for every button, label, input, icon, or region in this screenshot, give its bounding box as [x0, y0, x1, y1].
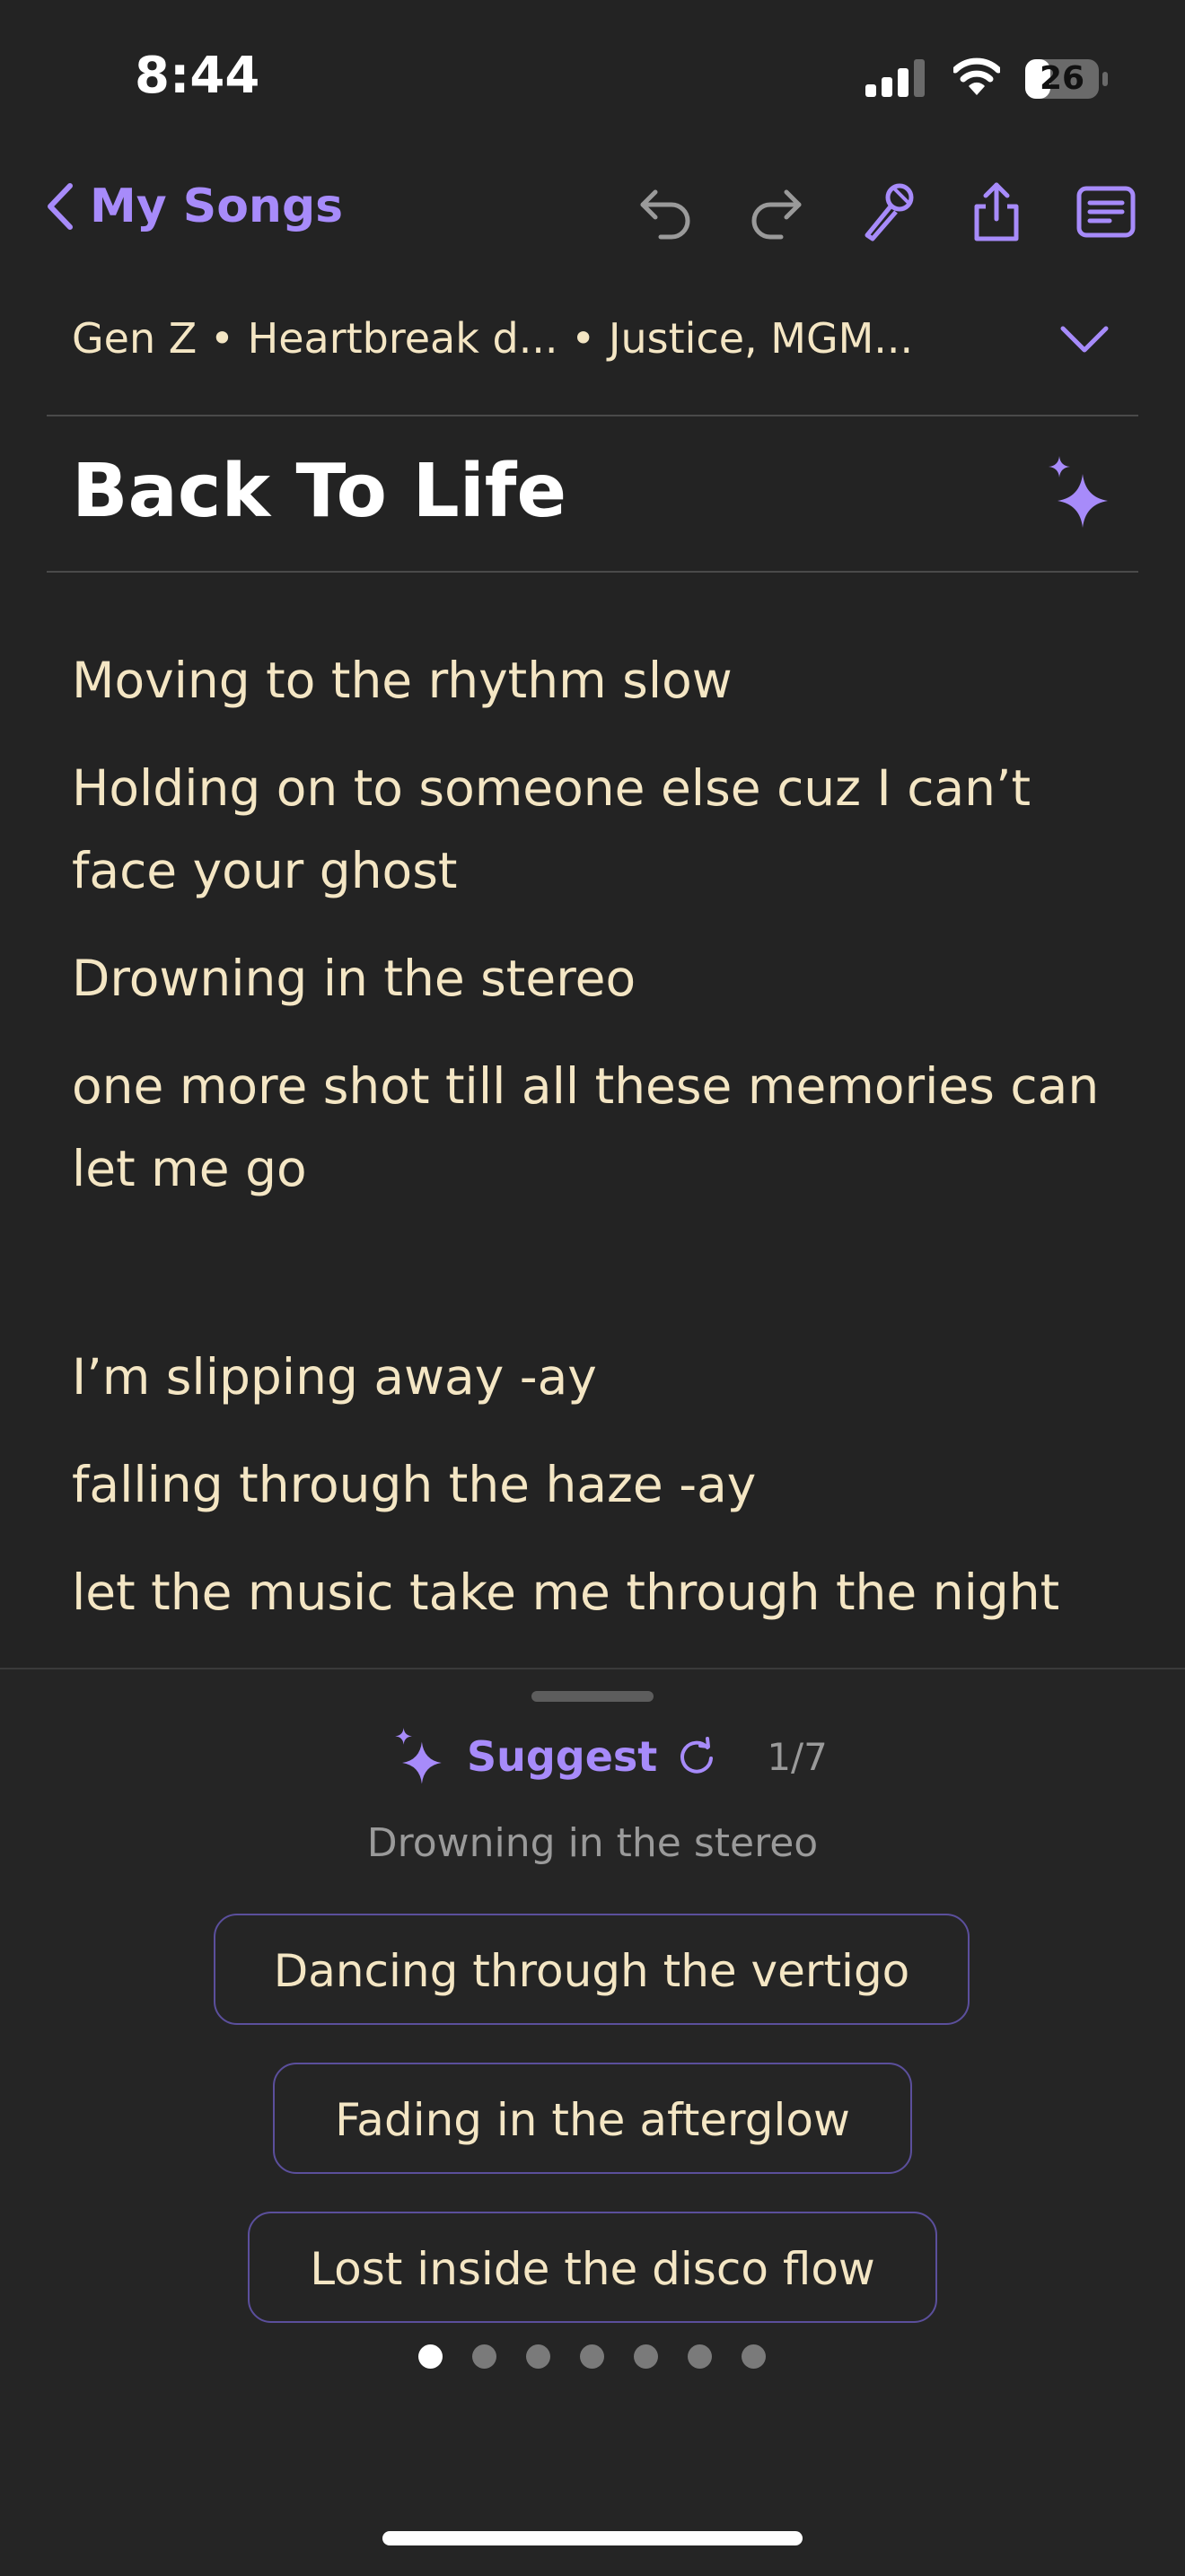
- sheet-grabber[interactable]: [531, 1691, 654, 1702]
- chevron-down-icon[interactable]: [1059, 325, 1110, 354]
- page-dot[interactable]: [688, 2344, 712, 2369]
- cellular-signal-icon: [865, 59, 925, 97]
- suggestion-option[interactable]: Fading in the afterglow: [273, 2063, 912, 2174]
- page-dot[interactable]: [472, 2344, 496, 2369]
- lyric-line[interactable]: Holding on to someone else cuz I can’t f…: [72, 747, 1131, 912]
- status-time: 8:44: [135, 47, 260, 105]
- lyric-line[interactable]: let the music take me through the night: [72, 1551, 1131, 1634]
- suggest-header: Suggest 1/7: [393, 1725, 828, 1788]
- home-indicator[interactable]: [382, 2531, 803, 2545]
- song-title[interactable]: Back To Life: [72, 449, 566, 534]
- page-dot[interactable]: [526, 2344, 550, 2369]
- refresh-icon[interactable]: [677, 1737, 716, 1776]
- microphone-icon[interactable]: [855, 180, 919, 244]
- sparkle-icon: [395, 1728, 442, 1784]
- suggest-target-line: Drowning in the stereo: [366, 1820, 819, 1866]
- lyric-line[interactable]: Drowning in the stereo: [72, 937, 1131, 1020]
- battery-level: 26: [1039, 60, 1085, 97]
- divider: [47, 571, 1138, 573]
- back-button-label: My Songs: [90, 180, 344, 233]
- sparkle-icon[interactable]: [1047, 456, 1110, 530]
- chevron-left-icon: [48, 183, 73, 230]
- redo-icon[interactable]: [743, 180, 808, 244]
- suggest-label[interactable]: Suggest: [467, 1732, 657, 1781]
- song-meta-selector[interactable]: Gen Z • Heartbreak d... • Justice, MGM..…: [72, 314, 1113, 363]
- wifi-icon: [953, 57, 1000, 95]
- undo-icon[interactable]: [634, 180, 698, 244]
- battery-icon: 26: [1023, 57, 1110, 104]
- lyric-line-empty[interactable]: [72, 1210, 1131, 1310]
- lyrics-editor[interactable]: Moving to the rhythm slow Holding on to …: [72, 639, 1131, 1634]
- lyric-line[interactable]: I’m slipping away -ay: [72, 1336, 1131, 1418]
- suggestion-page-count: 1/7: [767, 1734, 828, 1779]
- lyric-line[interactable]: Moving to the rhythm slow: [72, 639, 1131, 722]
- page-dot[interactable]: [634, 2344, 658, 2369]
- page-dot[interactable]: [418, 2344, 443, 2369]
- divider: [47, 415, 1138, 416]
- page-dot[interactable]: [580, 2344, 604, 2369]
- lyric-line[interactable]: falling through the haze -ay: [72, 1443, 1131, 1526]
- share-icon[interactable]: [964, 180, 1029, 244]
- back-button[interactable]: My Songs: [47, 180, 343, 233]
- page-indicator[interactable]: [418, 2344, 766, 2369]
- suggestion-option[interactable]: Lost inside the disco flow: [248, 2212, 937, 2323]
- lyric-line[interactable]: one more shot till all these memories ca…: [72, 1045, 1131, 1210]
- notes-icon[interactable]: [1074, 180, 1138, 244]
- page-dot[interactable]: [742, 2344, 766, 2369]
- suggestion-option[interactable]: Dancing through the vertigo: [214, 1914, 970, 2025]
